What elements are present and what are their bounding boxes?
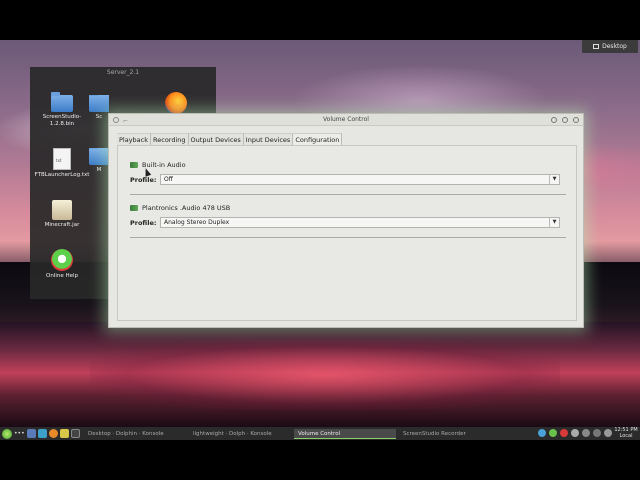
folder-icon	[51, 92, 73, 112]
volume-icon[interactable]	[582, 429, 590, 437]
profile-value: Analog Stereo Duplex	[164, 219, 230, 226]
taskbar: ••• Desktop · Dolphin · Konsole lightwei…	[0, 427, 640, 440]
water-reflection	[90, 340, 560, 410]
tab-bar: Playback Recording Output Devices Input …	[117, 133, 343, 145]
volume-control-window: ⌐ Volume Control Playback Recording Outp…	[108, 113, 584, 328]
profile-label: Profile:	[130, 176, 157, 184]
desktop-file-label: Sc	[95, 114, 103, 120]
desktop-file-item[interactable]: M	[89, 148, 109, 174]
settings-icon[interactable]	[571, 429, 579, 437]
tab-playback[interactable]: Playback	[117, 133, 152, 145]
configuration-panel: Built-in Audio Profile: Off ▼ Plantronic…	[117, 145, 577, 321]
profile-value: Off	[164, 176, 173, 183]
jar-file-icon	[52, 200, 72, 220]
firefox-icon	[165, 92, 187, 114]
desktop-file-item[interactable]: FTBLauncherLog.txt	[32, 148, 92, 179]
profile-select[interactable]: Off ▼	[160, 174, 560, 185]
folder-icon	[89, 95, 109, 112]
profile-row: Profile: Analog Stereo Duplex ▼	[130, 217, 566, 229]
taskbar-task[interactable]: lightweight · Dolph · Konsole	[189, 429, 291, 439]
sound-card-icon	[130, 205, 138, 211]
tab-recording[interactable]: Recording	[151, 133, 189, 145]
maximize-icon[interactable]	[562, 117, 568, 123]
device-header: Plantronics .Audio 478 USB	[130, 203, 566, 213]
window-title: Volume Control	[323, 116, 369, 123]
device-entry: Plantronics .Audio 478 USB Profile: Anal…	[130, 203, 566, 229]
tab-output-devices[interactable]: Output Devices	[188, 133, 244, 145]
desktop-file-item[interactable]: Sc	[89, 95, 109, 121]
dolphin-icon[interactable]	[38, 429, 47, 438]
sound-card-icon	[130, 162, 138, 168]
record-icon[interactable]	[560, 429, 568, 437]
system-tray	[538, 429, 612, 437]
screen: Desktop Server_2.1 ScreenStudio-1.2.8.bi…	[0, 0, 640, 480]
tray-arrow-icon[interactable]	[604, 429, 612, 437]
text-file-icon	[53, 148, 71, 170]
show-desktop-button[interactable]: Desktop	[582, 40, 638, 53]
desktop-file-item[interactable]: Minecraft.jar	[32, 200, 92, 229]
taskbar-task-active[interactable]: Volume Control	[294, 428, 396, 439]
desktop-file-label: FTBLauncherLog.txt	[34, 172, 90, 178]
desktop-file-label: M	[96, 167, 102, 173]
close-icon[interactable]	[573, 117, 579, 123]
pin-icon[interactable]: ⌐	[123, 116, 128, 128]
folder-view-title: Server_2.1	[106, 69, 140, 76]
device-header: Built-in Audio	[130, 160, 566, 170]
desktop-file-item[interactable]: ScreenStudio-1.2.8.bin	[32, 92, 92, 128]
profile-select[interactable]: Analog Stereo Duplex ▼	[160, 217, 560, 228]
tab-configuration[interactable]: Configuration	[293, 133, 343, 145]
desktop-pager-icon[interactable]	[27, 429, 36, 438]
taskbar-task[interactable]: Desktop · Dolphin · Konsole	[84, 429, 186, 439]
updates-icon[interactable]	[549, 429, 557, 437]
application-launcher-icon[interactable]	[2, 428, 12, 439]
clock[interactable]: 12:51 PM Local	[614, 427, 638, 439]
device-separator	[130, 194, 566, 195]
bluetooth-icon[interactable]	[593, 429, 601, 437]
network-icon[interactable]	[538, 429, 546, 437]
folder-icon	[89, 148, 109, 165]
help-icon	[51, 249, 73, 271]
desktop-icon	[593, 44, 600, 49]
window-titlebar[interactable]: ⌐ Volume Control	[109, 114, 583, 126]
firefox-icon[interactable]	[49, 429, 58, 438]
files-icon[interactable]	[60, 429, 69, 438]
chevron-down-icon[interactable]: ▼	[549, 218, 559, 227]
device-entry: Built-in Audio Profile: Off ▼	[130, 160, 566, 186]
desktop-file-label: Online Help	[45, 273, 79, 279]
app-menu-icon[interactable]	[113, 117, 119, 123]
terminal-icon[interactable]	[71, 429, 80, 438]
device-name: Plantronics .Audio 478 USB	[142, 204, 231, 212]
profile-label: Profile:	[130, 219, 157, 227]
tab-input-devices[interactable]: Input Devices	[243, 133, 294, 145]
desktop-file-label: ScreenStudio-1.2.8.bin	[42, 114, 82, 127]
minimize-icon[interactable]	[551, 117, 557, 123]
profile-row: Profile: Off ▼	[130, 174, 566, 186]
chevron-down-icon[interactable]: ▼	[549, 175, 559, 184]
taskbar-task[interactable]: ScreenStudio Recorder	[399, 429, 501, 439]
activities-icon[interactable]: •••	[14, 430, 26, 437]
device-separator	[130, 237, 566, 238]
clock-date: Local	[619, 433, 633, 439]
show-desktop-label: Desktop	[602, 43, 627, 50]
desktop-file-item[interactable]: Online Help	[32, 249, 92, 280]
desktop-file-label: Minecraft.jar	[44, 222, 80, 228]
